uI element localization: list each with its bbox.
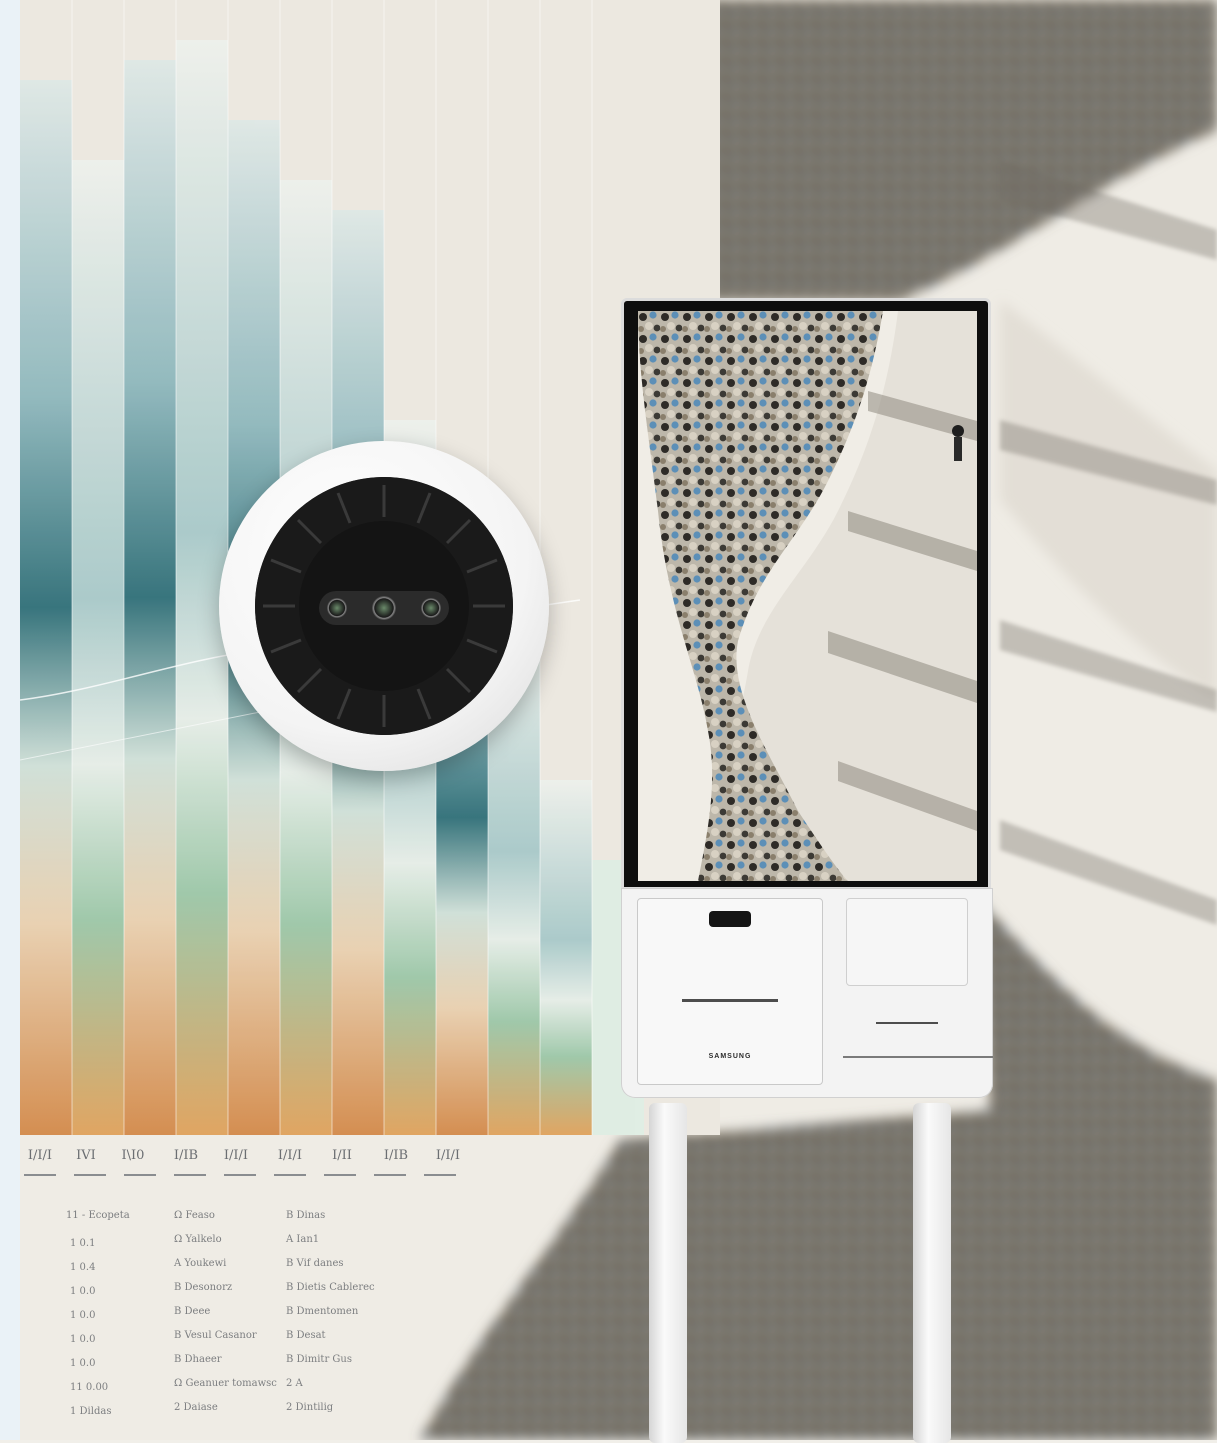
table-cell: B Vif danes bbox=[286, 1258, 344, 1269]
table-cell: B Dietis Cablerec bbox=[286, 1282, 375, 1293]
self-service-kiosk: SAMSUNG bbox=[621, 298, 995, 1443]
axis-tick: I/I/I bbox=[223, 1148, 249, 1163]
tray-edge bbox=[843, 1056, 993, 1058]
tick-divider bbox=[324, 1174, 356, 1176]
table-cell: B Vesul Casanor bbox=[174, 1330, 257, 1341]
ai-camera-device bbox=[219, 441, 549, 771]
axis-tick: I\I0 bbox=[121, 1148, 145, 1163]
table-cell: Ω Feaso bbox=[174, 1210, 215, 1221]
kiosk-brand-logo: SAMSUNG bbox=[708, 1053, 752, 1060]
table-cell: 1 0.0 bbox=[70, 1334, 96, 1345]
receipt-slot bbox=[682, 999, 778, 1002]
kiosk-display-frame bbox=[621, 298, 991, 890]
table-cell: A Ian1 bbox=[286, 1234, 320, 1245]
tick-divider bbox=[174, 1174, 206, 1176]
tick-divider bbox=[124, 1174, 156, 1176]
table-cell: B Desonorz bbox=[174, 1282, 233, 1293]
kiosk-right-leg bbox=[913, 1103, 951, 1443]
kiosk-payment-panel bbox=[846, 898, 968, 986]
table-cell: B Desat bbox=[286, 1330, 326, 1341]
left-border-strip bbox=[0, 0, 20, 1440]
tick-divider bbox=[24, 1174, 56, 1176]
center-lens-icon bbox=[372, 596, 396, 620]
tick-divider bbox=[424, 1174, 456, 1176]
chart-axis-ticks: I/I/I IVI I\I0 I/IB I/I/I I/I/I I/II I/I… bbox=[20, 1132, 720, 1182]
axis-tick: I/II bbox=[332, 1148, 352, 1163]
kiosk-scanner-panel: SAMSUNG bbox=[637, 898, 823, 1085]
axis-tick: IVI bbox=[76, 1148, 96, 1163]
table-cell: B Dimitr Gus bbox=[286, 1354, 352, 1365]
tick-divider bbox=[74, 1174, 106, 1176]
table-cell: 1 0.0 bbox=[70, 1310, 96, 1321]
card-slot bbox=[876, 1022, 938, 1024]
table-cell: 1 0.0 bbox=[70, 1358, 96, 1369]
table-cell: 1 0.4 bbox=[70, 1262, 96, 1273]
barcode-scanner-icon bbox=[709, 911, 751, 927]
axis-tick: I/I/I bbox=[277, 1148, 303, 1163]
table-cell: 2 Daiase bbox=[174, 1402, 218, 1413]
table-cell: 11 0.00 bbox=[70, 1382, 109, 1393]
table-cell: B Deee bbox=[174, 1306, 211, 1317]
axis-tick: I/IB bbox=[173, 1148, 199, 1163]
tick-divider bbox=[224, 1174, 256, 1176]
axis-tick: I/I/I bbox=[27, 1148, 53, 1163]
table-cell: A Youkewi bbox=[174, 1258, 227, 1269]
kiosk-screen-crowd-image bbox=[638, 311, 977, 881]
left-lens-icon bbox=[327, 598, 347, 618]
axis-tick: I/IB bbox=[383, 1148, 409, 1163]
table-cell: 2 A bbox=[286, 1378, 303, 1389]
table-cell: B Dinas bbox=[286, 1210, 326, 1221]
axis-tick: I/I/I bbox=[435, 1148, 461, 1163]
table-cell: 1 0.1 bbox=[70, 1238, 96, 1249]
table-cell: B Dhaeer bbox=[174, 1354, 222, 1365]
table-cell: 1 Dildas bbox=[70, 1406, 112, 1417]
table-cell: Ω Geanuer tomawsc bbox=[174, 1378, 277, 1389]
table-cell: 2 Dintilig bbox=[286, 1402, 334, 1413]
kiosk-left-leg bbox=[649, 1103, 687, 1443]
kiosk-lower-body: SAMSUNG bbox=[621, 888, 993, 1098]
table-cell: Ω Yalkelo bbox=[174, 1234, 222, 1245]
lens-bar bbox=[319, 591, 449, 625]
tick-divider bbox=[274, 1174, 306, 1176]
right-lens-icon bbox=[421, 598, 441, 618]
table-cell: 1 0.0 bbox=[70, 1286, 96, 1297]
tick-divider bbox=[374, 1174, 406, 1176]
table-cell: B Dmentomen bbox=[286, 1306, 359, 1317]
table-cell: 11 - Ecopeta bbox=[66, 1210, 130, 1221]
